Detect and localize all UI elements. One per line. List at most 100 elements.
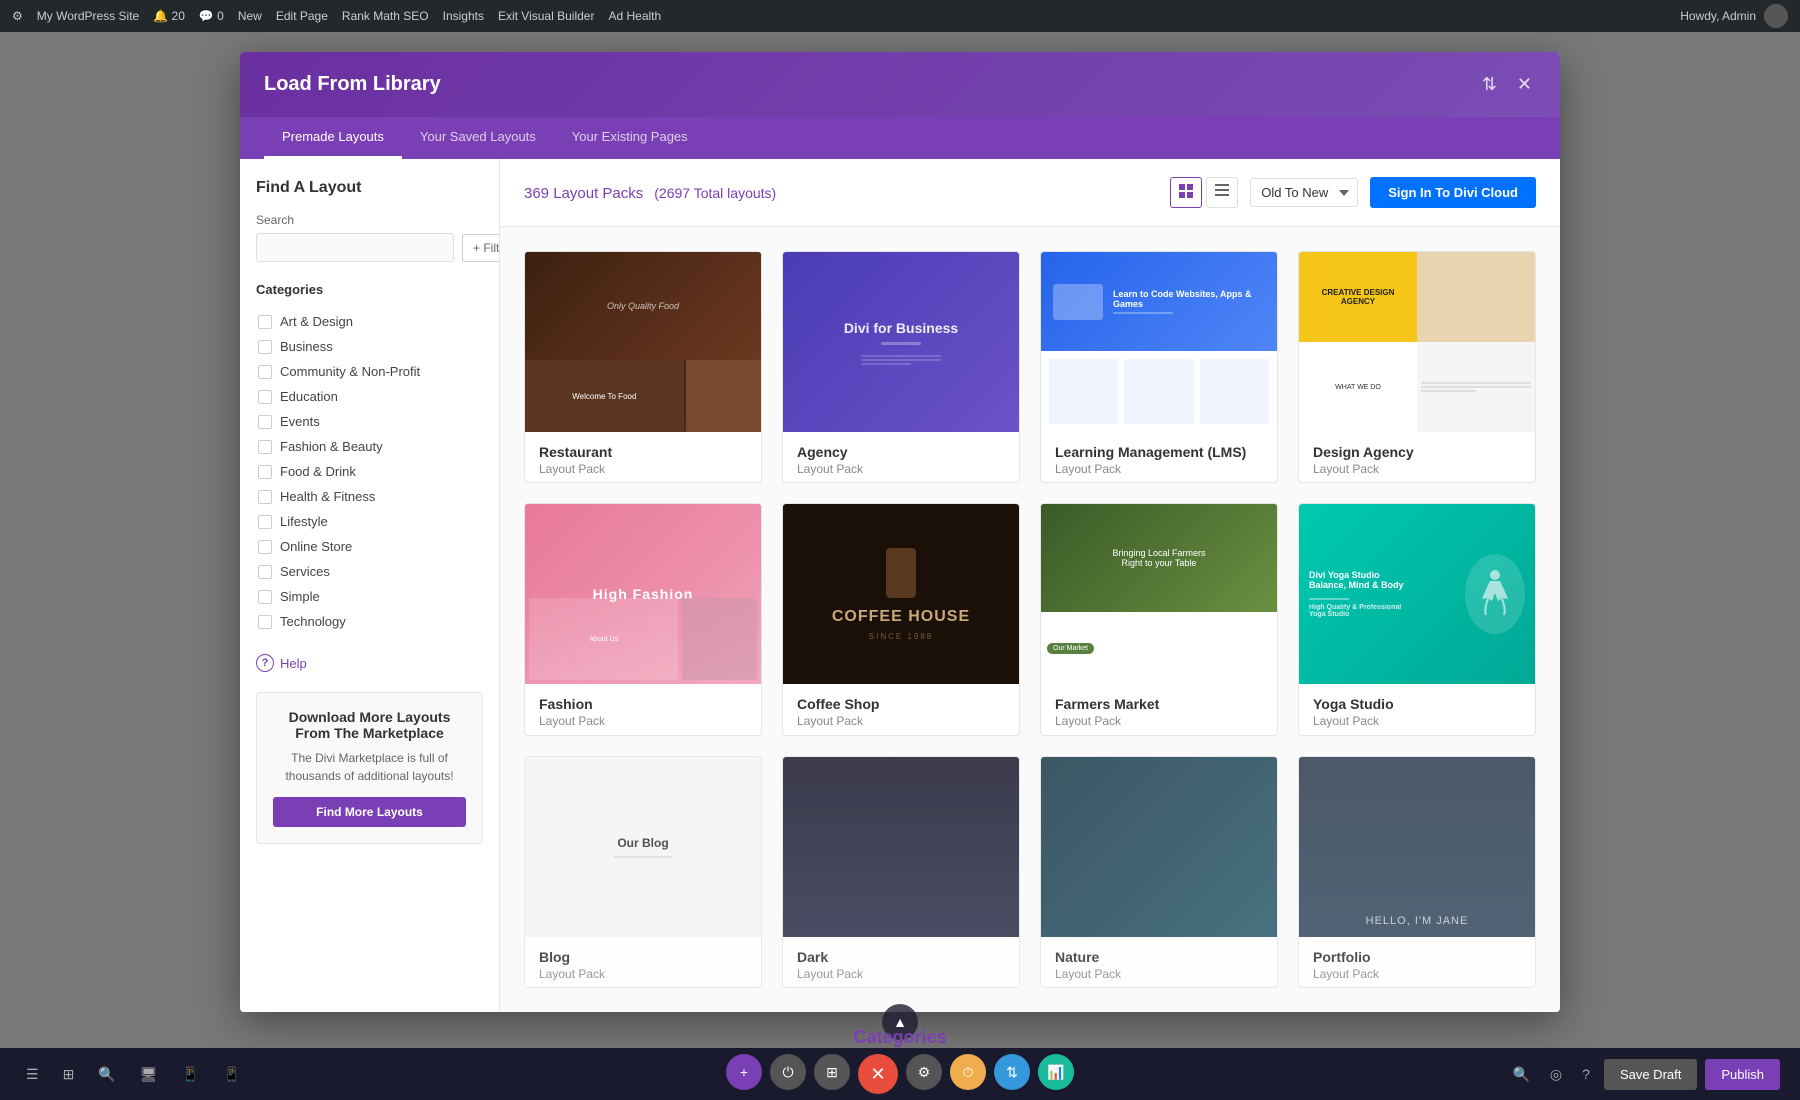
tab-saved[interactable]: Your Saved Layouts <box>402 117 554 159</box>
category-item-simple[interactable]: Simple <box>256 584 483 609</box>
find-more-layouts-button[interactable]: Find More Layouts <box>273 797 466 827</box>
card-info-agency: Agency Layout Pack <box>783 432 1019 483</box>
category-checkbox-online-store[interactable] <box>258 540 272 554</box>
category-checkbox-community[interactable] <box>258 365 272 379</box>
category-item-lifestyle[interactable]: Lifestyle <box>256 509 483 534</box>
wp-logo[interactable]: ⚙ <box>12 9 23 23</box>
modal-tabs: Premade Layouts Your Saved Layouts Your … <box>240 117 1560 159</box>
category-label-fashion: Fashion & Beauty <box>280 439 383 454</box>
category-checkbox-fashion[interactable] <box>258 440 272 454</box>
toolbar-hamburger-btn[interactable]: ☰ <box>20 1062 45 1087</box>
category-checkbox-health[interactable] <box>258 490 272 504</box>
layout-card-nature[interactable]: Nature Layout Pack <box>1040 756 1278 988</box>
toolbar-share-btn[interactable]: ◎ <box>1544 1062 1568 1087</box>
category-checkbox-simple[interactable] <box>258 590 272 604</box>
modal-container: Load From Library ⇅ ✕ Premade Layouts Yo… <box>240 52 1560 1012</box>
toolbar-settings-btn[interactable]: ⚙ <box>906 1054 942 1090</box>
layout-card-design-agency[interactable]: CREATIVE DESIGN AGENCY WHAT WE DO <box>1298 251 1536 483</box>
category-item-technology[interactable]: Technology <box>256 609 483 634</box>
exit-builder-btn[interactable]: Exit Visual Builder <box>498 9 595 23</box>
toolbar-close-btn[interactable]: ✕ <box>858 1054 898 1094</box>
tab-premade[interactable]: Premade Layouts <box>264 117 402 159</box>
edit-page-btn[interactable]: Edit Page <box>276 9 328 23</box>
toolbar-stats-btn[interactable]: ⇅ <box>994 1054 1030 1090</box>
toolbar-layout-btn[interactable]: ⊞ <box>814 1054 850 1090</box>
toolbar-history-btn[interactable]: ⏱ <box>950 1054 986 1090</box>
layout-card-yoga[interactable]: Divi Yoga StudioBalance, Mind & Body Hig… <box>1298 503 1536 735</box>
publish-button[interactable]: Publish <box>1705 1059 1780 1090</box>
card-info-fashion: Fashion Layout Pack <box>525 684 761 735</box>
layout-card-lms[interactable]: Learn to Code Websites, Apps & Games <box>1040 251 1278 483</box>
sort-select[interactable]: Old To New New To Old A to Z Z to A <box>1250 178 1358 207</box>
layout-card-dark[interactable]: Dark Layout Pack <box>782 756 1020 988</box>
toolbar-power-btn[interactable]: ⏻ <box>770 1054 806 1090</box>
toolbar-mobile-btn[interactable]: 📱 <box>217 1062 246 1087</box>
view-buttons <box>1170 177 1238 208</box>
sidebar: Find A Layout Search + Filter Categories… <box>240 159 500 1012</box>
category-checkbox-services[interactable] <box>258 565 272 579</box>
layout-card-blog[interactable]: Our Blog Blog Layout Pack <box>524 756 762 988</box>
new-btn[interactable]: New <box>238 9 262 23</box>
category-item-events[interactable]: Events <box>256 409 483 434</box>
category-item[interactable]: Art & Design <box>256 309 483 334</box>
layout-card-restaurant[interactable]: Only Quality Food Welcome To Food Restau… <box>524 251 762 483</box>
ad-health-btn[interactable]: Ad Health <box>608 9 661 23</box>
category-item-online-store[interactable]: Online Store <box>256 534 483 559</box>
layout-card-fashion[interactable]: High Fashion About Us Fashion <box>524 503 762 735</box>
search-input[interactable] <box>256 233 454 262</box>
sign-in-divi-cloud-button[interactable]: Sign In To Divi Cloud <box>1370 177 1536 208</box>
card-name-agency: Agency <box>797 444 1005 460</box>
layout-card-coffee[interactable]: COFFEE HOUSE SINCE 1988 Coffee Shop Layo… <box>782 503 1020 735</box>
tab-existing[interactable]: Your Existing Pages <box>554 117 706 159</box>
toolbar-analytics-btn[interactable]: 📊 <box>1038 1054 1074 1090</box>
agency-sub-line <box>881 342 921 345</box>
layout-card-agency[interactable]: Divi for Business Agency Layou <box>782 251 1020 483</box>
content-header-right: Old To New New To Old A to Z Z to A Sign… <box>1170 177 1536 208</box>
category-checkbox-art[interactable] <box>258 315 272 329</box>
content-header: 369 Layout Packs (2697 Total layouts) <box>500 159 1560 227</box>
layout-card-farmers[interactable]: Bringing Local FarmersRight to your Tabl… <box>1040 503 1278 735</box>
help-button[interactable]: ? Help <box>256 654 483 672</box>
toolbar-tablet-btn[interactable]: 📱 <box>176 1062 205 1087</box>
category-item-fashion[interactable]: Fashion & Beauty <box>256 434 483 459</box>
category-item-education[interactable]: Education <box>256 384 483 409</box>
insights-btn[interactable]: Insights <box>443 9 484 23</box>
category-item-business[interactable]: Business <box>256 334 483 359</box>
card-name-design-agency: Design Agency <box>1313 444 1521 460</box>
category-item-services[interactable]: Services <box>256 559 483 584</box>
modal-close-btn[interactable]: ✕ <box>1513 70 1536 99</box>
category-checkbox-education[interactable] <box>258 390 272 404</box>
save-draft-button[interactable]: Save Draft <box>1604 1059 1697 1090</box>
toolbar-search-btn[interactable]: 🔍 <box>92 1062 121 1087</box>
toolbar-grid-btn[interactable]: ⊞ <box>57 1062 81 1087</box>
category-checkbox-events[interactable] <box>258 415 272 429</box>
card-type-design-agency: Layout Pack <box>1313 462 1521 476</box>
comments-count[interactable]: 💬 0 <box>199 9 224 23</box>
toolbar-search-right-btn[interactable]: 🔍 <box>1506 1062 1535 1087</box>
card-name-lms: Learning Management (LMS) <box>1055 444 1263 460</box>
toolbar-add-btn[interactable]: + <box>726 1054 762 1090</box>
category-item-community[interactable]: Community & Non-Profit <box>256 359 483 384</box>
filter-button[interactable]: + Filter <box>462 234 500 262</box>
view-grid-button[interactable] <box>1170 177 1202 208</box>
category-item-health[interactable]: Health & Fitness <box>256 484 483 509</box>
design-agency-dline-3 <box>1421 390 1476 392</box>
category-item-food[interactable]: Food & Drink <box>256 459 483 484</box>
toolbar-desktop-btn[interactable]: 🖥 <box>134 1062 164 1087</box>
card-name-restaurant: Restaurant <box>539 444 747 460</box>
site-name[interactable]: My WordPress Site <box>37 9 139 23</box>
rank-math-btn[interactable]: Rank Math SEO <box>342 9 429 23</box>
updates-count[interactable]: 🔔 20 <box>153 9 185 23</box>
toolbar-help-btn[interactable]: ? <box>1576 1062 1596 1086</box>
category-checkbox-lifestyle[interactable] <box>258 515 272 529</box>
view-list-button[interactable] <box>1206 177 1238 208</box>
modal-settings-btn[interactable]: ⇅ <box>1478 70 1501 99</box>
category-label-lifestyle: Lifestyle <box>280 514 328 529</box>
category-checkbox-food[interactable] <box>258 465 272 479</box>
lms-course-1 <box>1049 359 1118 424</box>
category-checkbox-business[interactable] <box>258 340 272 354</box>
lms-text-block: Learn to Code Websites, Apps & Games <box>1103 289 1265 314</box>
category-checkbox-technology[interactable] <box>258 615 272 629</box>
card-name-jane: Portfolio <box>1313 949 1521 965</box>
layout-card-jane[interactable]: HELLO, I'M JANE Portfolio Layout Pack <box>1298 756 1536 988</box>
